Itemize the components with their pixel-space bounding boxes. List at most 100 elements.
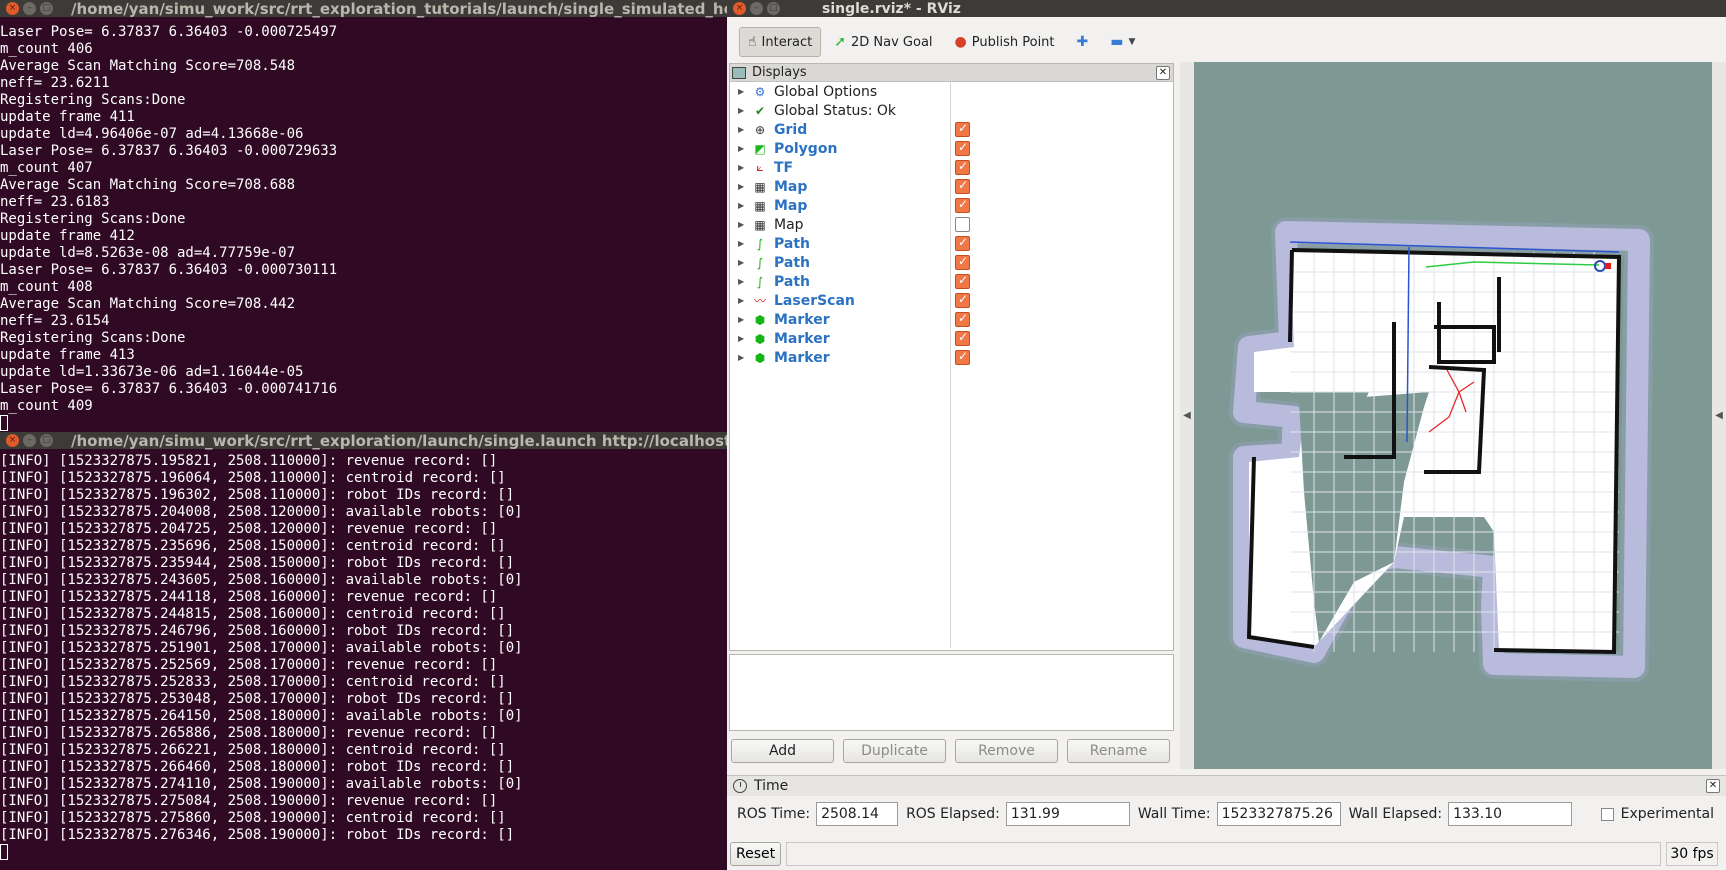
minimize-icon[interactable]: –	[750, 2, 763, 15]
publish-point-tool-button[interactable]: ● Publish Point	[946, 27, 1064, 57]
display-item-path[interactable]: ▶ ∫ Path	[730, 272, 1173, 291]
enable-checkbox[interactable]	[955, 273, 970, 289]
rviz-window[interactable]: × – □ single.rviz* - RViz ☝ Interact ➚ 2…	[727, 0, 1726, 870]
expand-arrow-icon[interactable]: ▶	[738, 315, 748, 324]
right-collapse-handle[interactable]: ◀	[1712, 62, 1726, 769]
close-icon[interactable]: ✕	[1156, 65, 1170, 80]
render-view[interactable]	[1194, 62, 1714, 769]
display-item-marker[interactable]: ▶ ⬢ Marker	[730, 329, 1173, 348]
display-item-path[interactable]: ▶ ∫ Path	[730, 234, 1173, 253]
close-icon[interactable]: ×	[6, 2, 19, 15]
terminal-line: Average Scan Matching Score=708.548	[0, 58, 296, 74]
expand-arrow-icon[interactable]: ▶	[738, 182, 748, 191]
expand-arrow-icon[interactable]: ▶	[738, 239, 748, 248]
display-item-marker[interactable]: ▶ ⬢ Marker	[730, 310, 1173, 329]
enable-checkbox[interactable]	[955, 311, 970, 327]
ros-time-field[interactable]: 2508.14	[816, 802, 899, 826]
display-label: Map	[774, 197, 808, 214]
wall-time-field[interactable]: 1523327875.26	[1216, 802, 1341, 826]
display-item-path[interactable]: ▶ ∫ Path	[730, 253, 1173, 272]
minimize-icon[interactable]: –	[23, 434, 36, 447]
display-item-map[interactable]: ▶ ▦ Map	[730, 177, 1173, 196]
check-icon: ✔	[754, 103, 766, 118]
expand-arrow-icon[interactable]: ▶	[738, 125, 748, 134]
display-label: TF	[774, 159, 794, 176]
expand-arrow-icon[interactable]: ▶	[738, 201, 748, 210]
display-item-map[interactable]: ▶ ▦ Map	[730, 196, 1173, 215]
display-label: Polygon	[774, 140, 838, 157]
display-item-grid[interactable]: ▶ ⊕ Grid	[730, 120, 1173, 139]
rviz-titlebar[interactable]: × – □ single.rviz* - RViz	[727, 0, 1726, 17]
close-icon[interactable]: ×	[733, 2, 746, 15]
remove-button[interactable]: Remove	[955, 739, 1058, 763]
display-item-map[interactable]: ▶ ▦ Map	[730, 215, 1173, 234]
experimental-checkbox[interactable]	[1600, 807, 1614, 821]
remove-tool-button[interactable]: ▬ ▼	[1101, 27, 1144, 57]
enable-checkbox[interactable]	[955, 349, 970, 365]
chevron-down-icon: ▼	[1128, 37, 1136, 47]
enable-checkbox[interactable]	[955, 235, 970, 251]
add-button[interactable]: Add	[731, 739, 834, 763]
enable-checkbox[interactable]	[955, 178, 970, 194]
display-label: Grid	[774, 121, 808, 138]
terminal-cursor	[0, 844, 8, 860]
minimize-icon[interactable]: –	[23, 2, 36, 15]
enable-checkbox[interactable]	[955, 197, 970, 213]
terminal-output[interactable]: [INFO] [1523327875.195821, 2508.110000]:…	[0, 453, 727, 861]
left-collapse-handle[interactable]: ◀	[1180, 62, 1194, 769]
maximize-icon[interactable]: □	[767, 2, 780, 15]
monitor-icon	[732, 66, 746, 79]
add-tool-button[interactable]: ✚	[1068, 27, 1098, 57]
experimental-toggle[interactable]: Experimental	[1600, 806, 1714, 822]
expand-arrow-icon[interactable]: ▶	[738, 296, 748, 305]
terminal-titlebar[interactable]: × – □ /home/yan/simu_work/src/rrt_explor…	[0, 0, 727, 18]
rename-button[interactable]: Rename	[1067, 739, 1170, 763]
close-icon[interactable]: ✕	[1706, 779, 1720, 793]
terminal-line: update ld=4.96406e-07 ad=4.13668e-06	[0, 126, 304, 142]
terminal-line: update ld=1.33673e-06 ad=1.16044e-05	[0, 364, 304, 380]
enable-checkbox[interactable]	[955, 140, 970, 156]
interact-tool-button[interactable]: ☝ Interact	[739, 27, 822, 57]
enable-checkbox[interactable]	[955, 292, 970, 308]
expand-arrow-icon[interactable]: ▶	[738, 258, 748, 267]
display-item-global-status-ok[interactable]: ▶ ✔ Global Status: Ok	[730, 101, 1173, 120]
display-item-laserscan[interactable]: ▶ 〰 LaserScan	[730, 291, 1173, 310]
display-item-tf[interactable]: ▶ ⟀ TF	[730, 158, 1173, 177]
enable-checkbox[interactable]	[955, 254, 970, 270]
wall-elapsed-field[interactable]: 133.10	[1448, 802, 1573, 826]
expand-arrow-icon[interactable]: ▶	[738, 144, 748, 153]
enable-checkbox[interactable]	[955, 159, 970, 175]
nav-goal-tool-button[interactable]: ➚ 2D Nav Goal	[825, 27, 941, 57]
enable-checkbox[interactable]	[955, 217, 970, 232]
close-icon[interactable]: ×	[6, 434, 19, 447]
terminal-titlebar[interactable]: × – □ /home/yan/simu_work/src/rrt_explor…	[0, 432, 727, 450]
terminal-window-gmapping[interactable]: × – □ /home/yan/simu_work/src/rrt_explor…	[0, 0, 727, 432]
displays-tree[interactable]: ▶ ⚙ Global Options ▶ ✔ Global Status: Ok ▶ ⊕ Gri…	[730, 82, 1173, 648]
duplicate-button[interactable]: Duplicate	[843, 739, 946, 763]
enable-checkbox[interactable]	[955, 121, 970, 137]
terminal-window-rrt[interactable]: × – □ /home/yan/simu_work/src/rrt_explor…	[0, 432, 727, 870]
terminal-line: m_count 409	[0, 398, 93, 414]
display-item-polygon[interactable]: ▶ ◩ Polygon	[730, 139, 1173, 158]
expand-arrow-icon[interactable]: ▶	[738, 106, 748, 115]
display-item-marker[interactable]: ▶ ⬢ Marker	[730, 348, 1173, 367]
expand-arrow-icon[interactable]: ▶	[738, 334, 748, 343]
terminal-line: [INFO] [1523327875.274110, 2508.190000]:…	[0, 776, 523, 792]
tool-bar: ☝ Interact ➚ 2D Nav Goal ● Publish Point…	[729, 26, 1726, 58]
maximize-icon[interactable]: □	[40, 2, 53, 15]
terminal-line: update frame 413	[0, 347, 135, 363]
expand-arrow-icon[interactable]: ▶	[738, 220, 748, 229]
terminal-line: [INFO] [1523327875.266221, 2508.180000]:…	[0, 742, 506, 758]
enable-checkbox[interactable]	[955, 330, 970, 346]
terminal-output[interactable]: Laser Pose= 6.37837 6.36403 -0.000725497…	[0, 24, 727, 432]
reset-button[interactable]: Reset	[730, 842, 782, 866]
expand-arrow-icon[interactable]: ▶	[738, 87, 748, 96]
display-item-global-options[interactable]: ▶ ⚙ Global Options	[730, 82, 1173, 101]
maximize-icon[interactable]: □	[40, 434, 53, 447]
terminal-title: /home/yan/simu_work/src/rrt_exploration/…	[71, 432, 727, 450]
expand-arrow-icon[interactable]: ▶	[738, 353, 748, 362]
window-title: single.rviz* - RViz	[822, 0, 961, 17]
ros-elapsed-field[interactable]: 131.99	[1005, 802, 1130, 826]
expand-arrow-icon[interactable]: ▶	[738, 163, 748, 172]
expand-arrow-icon[interactable]: ▶	[738, 277, 748, 286]
